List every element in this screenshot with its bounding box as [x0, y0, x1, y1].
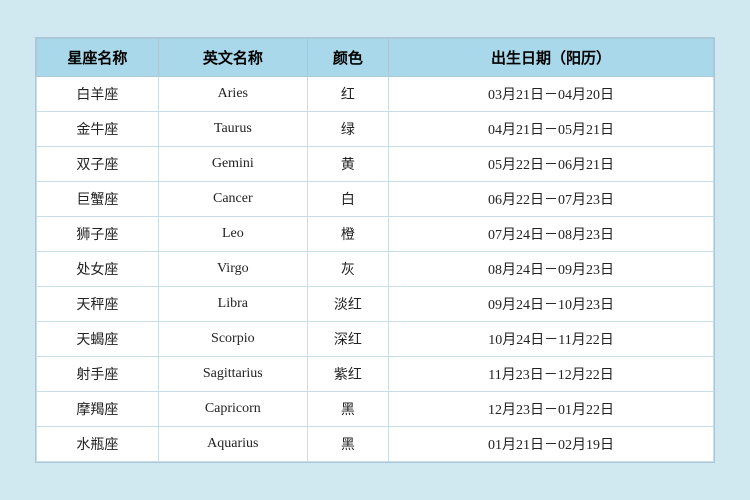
- cell-cn: 天蝎座: [37, 322, 159, 357]
- header-color: 颜色: [307, 39, 388, 77]
- table-row: 天蝎座Scorpio深红10月24日－11月22日: [37, 322, 714, 357]
- cell-color: 红: [307, 77, 388, 112]
- cell-en: Virgo: [158, 252, 307, 287]
- cell-date: 08月24日－09月23日: [389, 252, 714, 287]
- cell-cn: 双子座: [37, 147, 159, 182]
- table-row: 水瓶座Aquarius黑01月21日－02月19日: [37, 427, 714, 462]
- cell-color: 橙: [307, 217, 388, 252]
- cell-color: 绿: [307, 112, 388, 147]
- table-row: 天秤座Libra淡红09月24日－10月23日: [37, 287, 714, 322]
- cell-cn: 白羊座: [37, 77, 159, 112]
- cell-en: Gemini: [158, 147, 307, 182]
- zodiac-table: 星座名称 英文名称 颜色 出生日期（阳历） 白羊座Aries红03月21日－04…: [36, 38, 714, 462]
- cell-en: Capricorn: [158, 392, 307, 427]
- cell-color: 淡红: [307, 287, 388, 322]
- cell-date: 10月24日－11月22日: [389, 322, 714, 357]
- cell-color: 紫红: [307, 357, 388, 392]
- table-row: 处女座Virgo灰08月24日－09月23日: [37, 252, 714, 287]
- cell-date: 01月21日－02月19日: [389, 427, 714, 462]
- cell-en: Sagittarius: [158, 357, 307, 392]
- cell-cn: 天秤座: [37, 287, 159, 322]
- table-row: 白羊座Aries红03月21日－04月20日: [37, 77, 714, 112]
- cell-date: 04月21日－05月21日: [389, 112, 714, 147]
- cell-en: Aquarius: [158, 427, 307, 462]
- cell-cn: 处女座: [37, 252, 159, 287]
- cell-date: 09月24日－10月23日: [389, 287, 714, 322]
- table-row: 狮子座Leo橙07月24日－08月23日: [37, 217, 714, 252]
- cell-cn: 金牛座: [37, 112, 159, 147]
- header-en: 英文名称: [158, 39, 307, 77]
- cell-cn: 狮子座: [37, 217, 159, 252]
- cell-date: 05月22日－06月21日: [389, 147, 714, 182]
- zodiac-table-container: 星座名称 英文名称 颜色 出生日期（阳历） 白羊座Aries红03月21日－04…: [35, 37, 715, 463]
- table-header-row: 星座名称 英文名称 颜色 出生日期（阳历）: [37, 39, 714, 77]
- cell-color: 灰: [307, 252, 388, 287]
- cell-en: Taurus: [158, 112, 307, 147]
- cell-date: 11月23日－12月22日: [389, 357, 714, 392]
- table-row: 射手座Sagittarius紫红11月23日－12月22日: [37, 357, 714, 392]
- cell-color: 黑: [307, 392, 388, 427]
- table-body: 白羊座Aries红03月21日－04月20日金牛座Taurus绿04月21日－0…: [37, 77, 714, 462]
- cell-date: 03月21日－04月20日: [389, 77, 714, 112]
- cell-cn: 水瓶座: [37, 427, 159, 462]
- cell-date: 06月22日－07月23日: [389, 182, 714, 217]
- cell-cn: 摩羯座: [37, 392, 159, 427]
- header-cn: 星座名称: [37, 39, 159, 77]
- cell-date: 12月23日－01月22日: [389, 392, 714, 427]
- cell-color: 黑: [307, 427, 388, 462]
- cell-date: 07月24日－08月23日: [389, 217, 714, 252]
- cell-color: 黄: [307, 147, 388, 182]
- cell-cn: 射手座: [37, 357, 159, 392]
- table-row: 双子座Gemini黄05月22日－06月21日: [37, 147, 714, 182]
- cell-en: Leo: [158, 217, 307, 252]
- table-row: 摩羯座Capricorn黑12月23日－01月22日: [37, 392, 714, 427]
- cell-color: 深红: [307, 322, 388, 357]
- cell-en: Aries: [158, 77, 307, 112]
- cell-en: Cancer: [158, 182, 307, 217]
- cell-color: 白: [307, 182, 388, 217]
- cell-en: Scorpio: [158, 322, 307, 357]
- cell-cn: 巨蟹座: [37, 182, 159, 217]
- table-row: 巨蟹座Cancer白06月22日－07月23日: [37, 182, 714, 217]
- table-row: 金牛座Taurus绿04月21日－05月21日: [37, 112, 714, 147]
- header-date: 出生日期（阳历）: [389, 39, 714, 77]
- cell-en: Libra: [158, 287, 307, 322]
